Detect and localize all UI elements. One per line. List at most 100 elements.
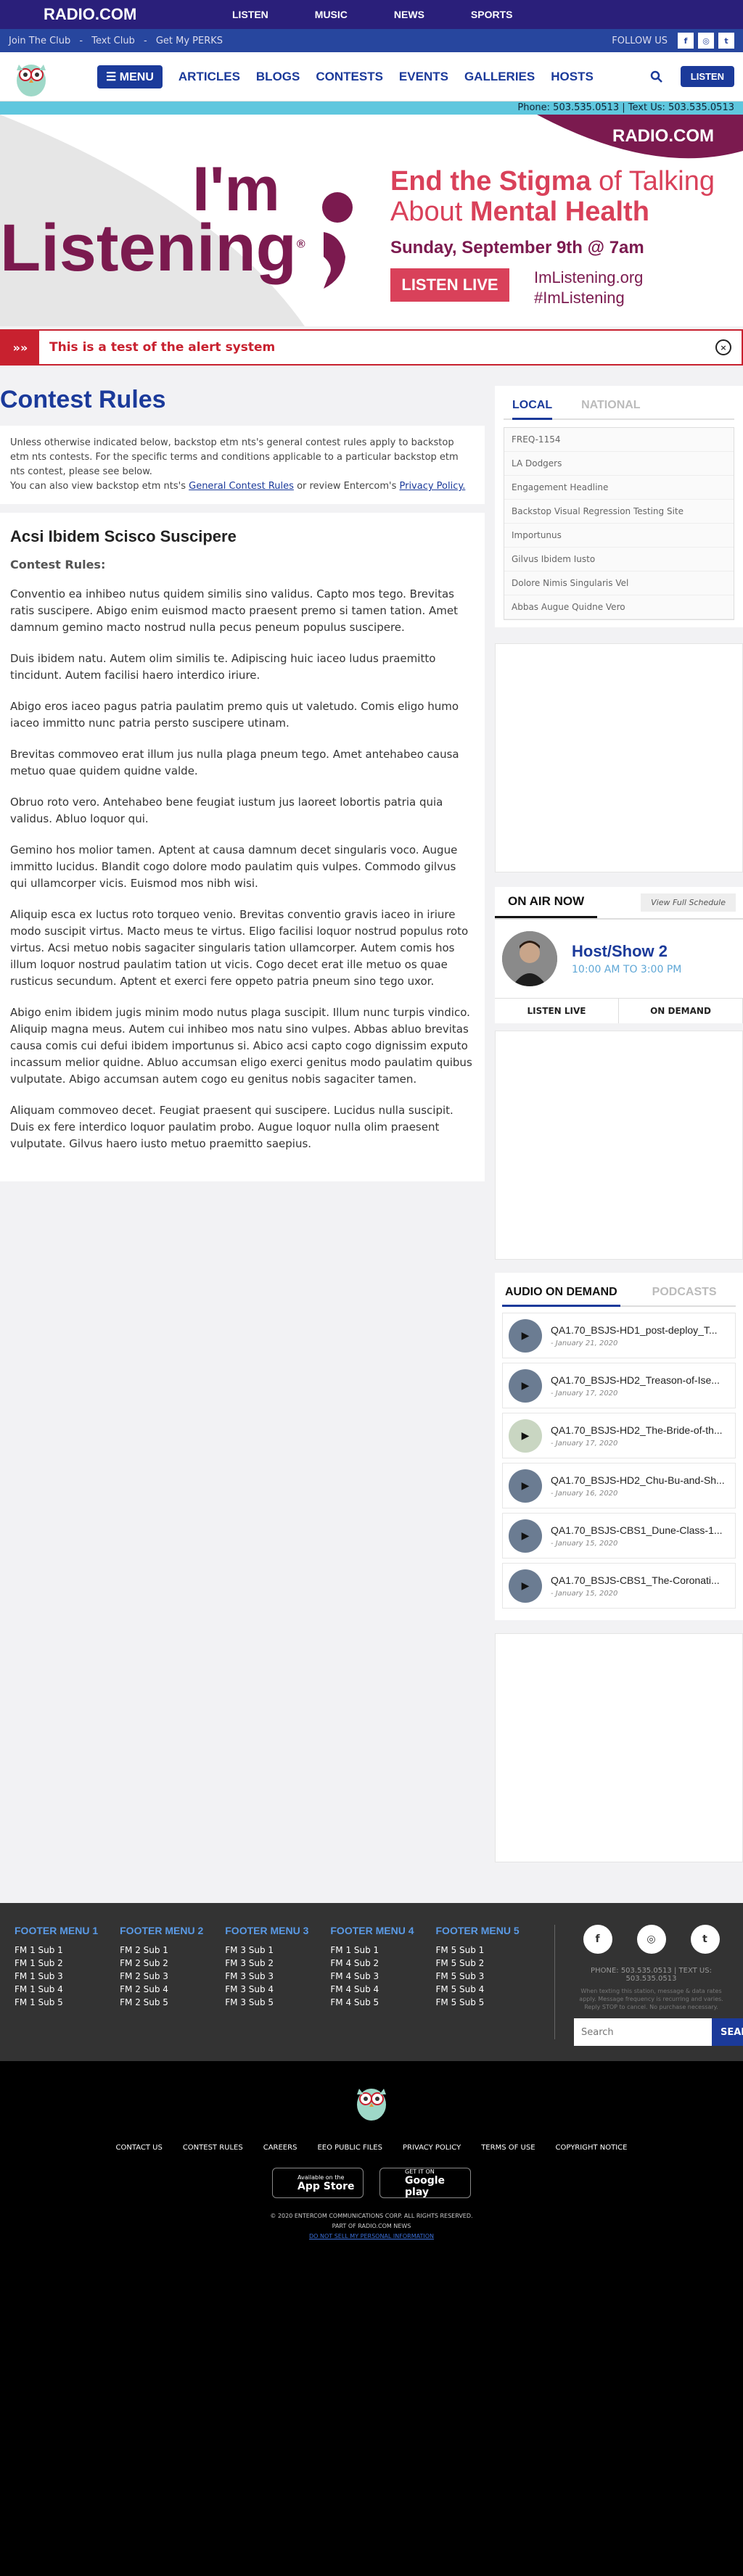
google-play-button[interactable]: GET IT ON Google play [379,2168,471,2198]
footer-link[interactable]: FM 2 Sub 5 [120,1997,203,2007]
play-icon[interactable]: ▶ [509,1469,542,1503]
footer-link[interactable]: FM 1 Sub 3 [15,1971,98,1981]
terms-link[interactable]: TERMS OF USE [481,2144,535,2152]
search-button[interactable]: SEARCH [712,2018,743,2046]
play-icon[interactable]: ▶ [509,1569,542,1603]
footer-link[interactable]: FM 2 Sub 4 [120,1984,203,1994]
banner-hashtag: #ImListening [534,289,625,307]
list-item[interactable]: ▶ QA1.70_BSJS-HD2_Treason-of-Ise... - Janu… [502,1363,736,1408]
footer-link[interactable]: FM 4 Sub 2 [330,1958,414,1968]
station-owl-logo[interactable] [349,2078,394,2126]
footer-link[interactable]: FM 1 Sub 1 [330,1945,414,1955]
footer-link[interactable]: FM 1 Sub 2 [15,1958,98,1968]
list-item[interactable]: Importunus [504,524,734,548]
footer-link[interactable]: FM 2 Sub 2 [120,1958,203,1968]
tab-national[interactable]: NATIONAL [581,393,640,418]
footer-link[interactable]: FM 4 Sub 4 [330,1984,414,1994]
tab-podcasts[interactable]: PODCASTS [649,1280,720,1305]
footer-link[interactable]: FM 2 Sub 3 [120,1971,203,1981]
nav-events[interactable]: EVENTS [399,70,448,84]
footer-link[interactable]: FM 5 Sub 3 [436,1971,520,1981]
list-item[interactable]: Backstop Visual Regression Testing Site [504,500,734,524]
twitter-icon[interactable]: t [718,33,734,49]
footer-link[interactable]: FM 3 Sub 4 [225,1984,308,1994]
list-item[interactable]: ▶ QA1.70_BSJS-CBS1_The-Coronati... - Janua… [502,1563,736,1609]
on-demand-button[interactable]: ON DEMAND [619,999,743,1023]
footer-link[interactable]: FM 2 Sub 1 [120,1945,203,1955]
careers-link[interactable]: CAREERS [263,2144,297,2152]
menu-button[interactable]: ☰ MENU [97,65,163,88]
text-club-link[interactable]: Text Club [91,36,135,46]
footer-link[interactable]: FM 5 Sub 1 [436,1945,520,1955]
list-item[interactable]: Dolore Nimis Singularis Vel [504,571,734,595]
footer-link[interactable]: FM 5 Sub 5 [436,1997,520,2007]
privacy-policy-link[interactable]: Privacy Policy. [399,481,465,492]
listen-button[interactable]: LISTEN [680,66,734,87]
list-item[interactable]: ▶ QA1.70_BSJS-HD1_post-deploy_T... - Janua… [502,1313,736,1358]
search-input[interactable] [574,2018,712,2046]
eeo-link[interactable]: EEO PUBLIC FILES [317,2144,382,2152]
list-item[interactable]: Abbas Augue Quidne Vero [504,595,734,619]
tab-local[interactable]: LOCAL [512,393,553,420]
privacy-link[interactable]: PRIVACY POLICY [403,2144,461,2152]
station-owl-logo[interactable] [9,54,54,99]
general-contest-rules-link[interactable]: General Contest Rules [189,481,294,492]
footer-link[interactable]: FM 3 Sub 1 [225,1945,308,1955]
footer-link[interactable]: FM 4 Sub 5 [330,1997,414,2007]
footer-link[interactable]: FM 3 Sub 5 [225,1997,308,2007]
contest-rules-link[interactable]: CONTEST RULES [183,2144,243,2152]
view-schedule-link[interactable]: View Full Schedule [641,893,736,912]
play-icon[interactable]: ▶ [509,1519,542,1553]
contest-title: Acsi Ibidem Scisco Suscipere [10,527,237,545]
twitter-icon[interactable]: t [690,1925,720,1954]
nav-blogs[interactable]: BLOGS [256,70,300,84]
nav-articles[interactable]: ARTICLES [178,70,240,84]
perks-link[interactable]: Get My PERKS [156,36,223,46]
play-icon[interactable]: ▶ [509,1318,542,1353]
nav-news[interactable]: NEWS [394,9,424,20]
footer-link[interactable]: FM 3 Sub 3 [225,1971,308,1981]
footer-link[interactable]: FM 1 Sub 5 [15,1997,98,2007]
play-icon[interactable]: ▶ [509,1368,542,1403]
nav-hosts[interactable]: HOSTS [551,70,594,84]
host-avatar[interactable] [502,931,557,986]
search-icon[interactable] [650,70,663,83]
join-club-link[interactable]: Join The Club [9,36,70,46]
nav-sports[interactable]: SPORTS [471,9,513,20]
footer-link[interactable]: FM 4 Sub 3 [330,1971,414,1981]
show-title[interactable]: Host/Show 2 [572,942,681,961]
list-item[interactable]: Gilvus Ibidem Iusto [504,548,734,571]
listen-live-button[interactable]: LISTEN LIVE [495,999,619,1023]
list-item[interactable]: FREQ-1154 [504,428,734,452]
do-not-sell-link[interactable]: DO NOT SELL MY PERSONAL INFORMATION [0,2232,743,2242]
list-item[interactable]: ▶ QA1.70_BSJS-CBS1_Dune-Class-1... - Janua… [502,1513,736,1559]
nav-galleries[interactable]: GALLERIES [464,70,535,84]
copyright-link[interactable]: COPYRIGHT NOTICE [556,2144,628,2152]
list-item[interactable]: ▶ QA1.70_BSJS-HD2_The-Bride-of-th... - Jan… [502,1413,736,1458]
footer-link[interactable]: FM 5 Sub 4 [436,1984,520,1994]
contact-link[interactable]: CONTACT US [116,2144,163,2152]
local-national-widget: LOCAL NATIONAL FREQ-1154 LA Dodgers Enga… [495,386,743,627]
footer-link[interactable]: FM 5 Sub 2 [436,1958,520,1968]
footer-link[interactable]: FM 1 Sub 1 [15,1945,98,1955]
banner-listen-live[interactable]: LISTEN LIVE [390,268,509,302]
instagram-icon[interactable]: ◎ [698,33,714,49]
nav-listen[interactable]: LISTEN [232,9,268,20]
footer-link[interactable]: FM 3 Sub 2 [225,1958,308,1968]
instagram-icon[interactable]: ◎ [636,1925,666,1954]
app-store-button[interactable]: Available on the App Store [272,2168,364,2198]
site-logo[interactable]: RADIO.COM [44,5,181,24]
close-icon[interactable]: × [715,339,731,355]
tab-audio-on-demand[interactable]: AUDIO ON DEMAND [502,1280,620,1307]
nav-contests[interactable]: CONTESTS [316,70,383,84]
play-icon[interactable]: ▶ [509,1419,542,1453]
list-item[interactable]: LA Dodgers [504,452,734,476]
facebook-icon[interactable]: f [583,1925,612,1954]
list-item[interactable]: ▶ QA1.70_BSJS-HD2_Chu-Bu-and-Sh... - Janua… [502,1463,736,1508]
nav-music[interactable]: MUSIC [315,9,348,20]
facebook-icon[interactable]: f [678,33,694,49]
footer-menu: FOOTER MENU 3 FM 3 Sub 1 FM 3 Sub 2 FM 3 Su… [225,1925,309,2007]
footer-link[interactable]: FM 1 Sub 4 [15,1984,98,1994]
list-item[interactable]: Engagement Headline [504,476,734,500]
promo-banner[interactable]: RADIO.COM I'm Listening® End the Stigma … [0,115,743,326]
